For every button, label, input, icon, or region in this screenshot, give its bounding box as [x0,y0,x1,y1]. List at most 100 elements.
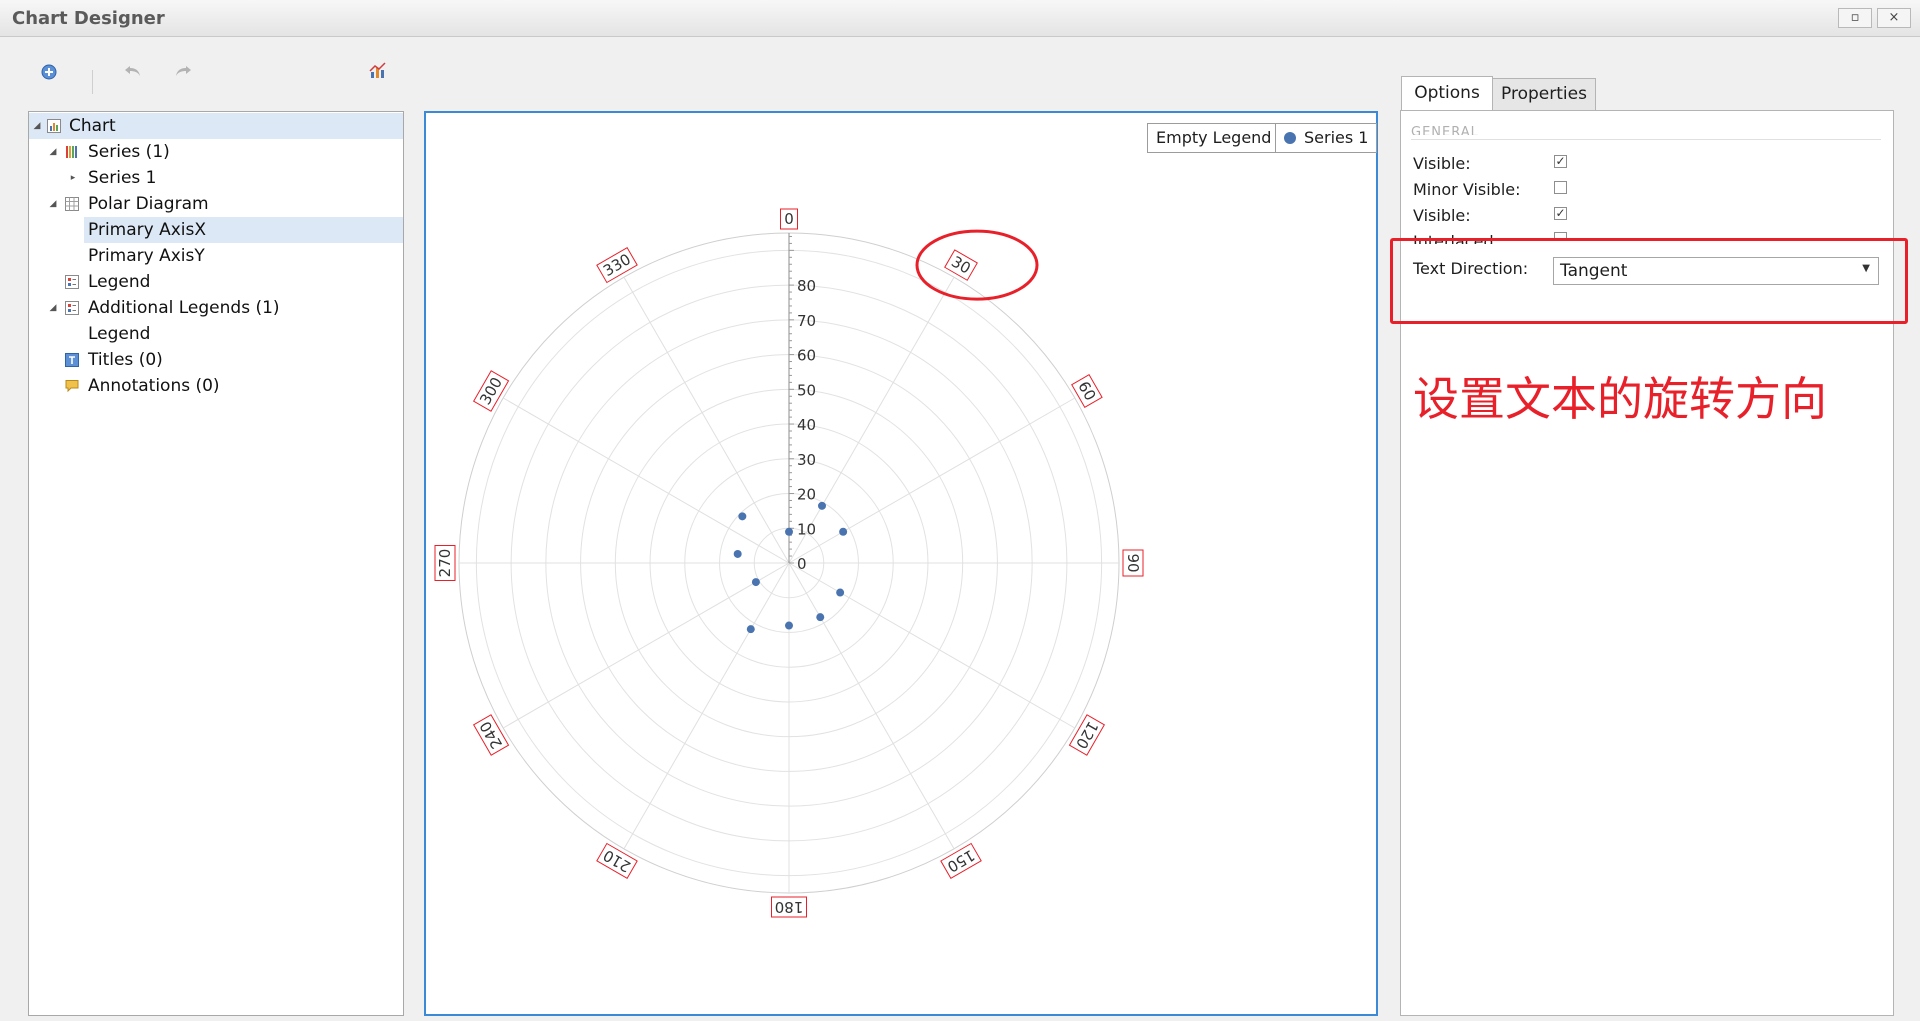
tree-item-label: Titles (0) [88,350,163,370]
polar-chart[interactable]: 0 10 20 30 40 50 60 70 80 0 30 60 90 120 150 180 210 240 2… [426,113,1376,1014]
angular-tick-label-text: 0 [784,210,794,228]
tree-item-label: Polar Diagram [88,194,209,214]
angular-tick-label-text: 180 [775,898,804,916]
tree-item-annotations[interactable]: Annotations (0) [29,373,403,399]
visible-checkbox[interactable]: ✓ [1554,155,1567,168]
tree-item-chart[interactable]: ◢ Chart [29,113,403,139]
angular-grid-line [788,397,1076,564]
tab-properties[interactable]: Properties [1492,78,1596,110]
angular-grid-line [623,276,790,564]
tree-item-legend[interactable]: Legend [29,269,403,295]
angular-grid-line [788,562,1076,729]
tree-item-label: Legend [88,324,151,344]
title-bar: Chart Designer ▫ × [0,0,1920,37]
option-label-grid-visible: Visible: [1413,206,1471,225]
tree-item-series[interactable]: ◢ Series (1) [29,139,403,165]
undo-icon [125,66,140,76]
maximize-button[interactable]: ▫ [1838,8,1872,28]
add-button[interactable] [36,59,62,85]
tree-item-label: Chart [69,116,116,136]
chart-icon [47,119,61,133]
chart-preview[interactable]: Empty Legend Series 1 0 10 20 30 40 50 60 70 80 0… [424,111,1378,1016]
angular-tick-label: 90 [1122,549,1144,577]
minor-visible-checkbox[interactable] [1554,181,1567,194]
tree-item-primary-axisy[interactable]: Primary AxisY [29,243,403,269]
angular-tick-label: 270 [434,545,456,581]
grid-icon [65,197,79,211]
annotation-text: 设置文本的旋转方向 [1413,372,1827,426]
series-1-point[interactable] [836,588,845,597]
angular-tick-label: 60 [1071,374,1103,408]
series-1-point[interactable] [751,578,760,587]
close-button[interactable]: × [1877,8,1911,28]
annotation-icon [65,380,79,393]
radial-tick-label: 10 [797,520,816,538]
series-1-point[interactable] [746,625,755,634]
tree-item-label: Annotations (0) [88,376,220,396]
expand-arrow-icon[interactable]: ◢ [47,139,59,165]
series-1-point[interactable] [818,501,826,510]
undo-button[interactable] [120,58,146,84]
radial-tick-label: 20 [797,486,816,504]
expand-arrow-icon[interactable]: ◢ [47,191,59,217]
angular-tick-label-text: 90 [1124,553,1142,572]
series-1-point[interactable] [839,527,848,536]
radial-tick-label: 80 [797,277,816,295]
section-divider [1411,139,1881,140]
tree-item-additional-legend[interactable]: Legend [29,321,403,347]
tree-item-titles[interactable]: Titles (0) [29,347,403,373]
title-icon [65,353,79,367]
expand-arrow-icon[interactable]: ◢ [31,113,43,139]
tree-item-label: Primary AxisX [88,220,207,240]
grid-visible-checkbox[interactable]: ✓ [1554,207,1567,220]
tree-item-primary-axisx[interactable]: Primary AxisX [84,217,403,243]
series-1-point[interactable] [738,512,747,521]
legend-icon [65,301,79,315]
series-1-point[interactable] [733,549,742,558]
series-1-point[interactable] [785,527,793,536]
expand-arrow-icon[interactable]: ▸ [67,165,79,191]
angular-tick-label: 120 [1068,714,1106,756]
series-icon [66,146,77,158]
tab-label: Properties [1501,84,1587,104]
chart-wizard-button[interactable] [365,58,391,84]
toolbar-separator [92,70,93,94]
radial-tick-label: 30 [797,451,816,469]
angular-tick-label: 210 [596,842,638,880]
tree-item-polar-diagram[interactable]: ◢ Polar Diagram [29,191,403,217]
angular-tick-label: 180 [771,896,807,918]
tab-options[interactable]: Options [1401,76,1493,111]
angular-tick-label: 240 [472,714,510,756]
angular-grid-line [788,562,955,850]
tab-label: Options [1414,83,1480,103]
series-1-point[interactable] [816,613,825,622]
annotation-highlight-box [1390,238,1908,324]
chart-element-tree[interactable]: ◢ Chart ◢ Series (1) ▸ Series 1 ◢ Polar … [28,111,404,1016]
tree-item-series-1[interactable]: ▸ Series 1 [29,165,403,191]
series-1-point[interactable] [785,621,793,630]
redo-icon [176,66,191,76]
angular-grid-line [502,562,790,729]
section-header-general: GENERAL [1411,125,1479,135]
redo-button[interactable] [170,58,196,84]
angular-grid-line [623,562,790,850]
angular-tick-label: 150 [940,842,982,880]
angular-tick-label: 0 [780,208,798,230]
expand-arrow-icon[interactable]: ◢ [47,295,59,321]
radial-tick-label: 50 [797,381,816,399]
tree-item-label: Additional Legends (1) [88,298,280,318]
angular-tick-label: 300 [472,370,510,412]
angular-tick-label: 330 [596,246,638,284]
chart-wizard-icon [369,62,386,78]
tree-item-label: Legend [88,272,151,292]
tree-item-label: Series (1) [88,142,170,162]
legend-icon [65,275,79,289]
angular-tick-label-text: 270 [436,549,454,578]
maximize-icon: ▫ [1850,10,1860,25]
tree-item-label: Primary AxisY [88,246,205,266]
tree-item-additional-legends[interactable]: ◢ Additional Legends (1) [29,295,403,321]
plus-circle-icon [41,64,57,80]
angular-grid-line [502,397,790,564]
window-title: Chart Designer [12,8,165,29]
radial-tick-label: 60 [797,347,816,365]
